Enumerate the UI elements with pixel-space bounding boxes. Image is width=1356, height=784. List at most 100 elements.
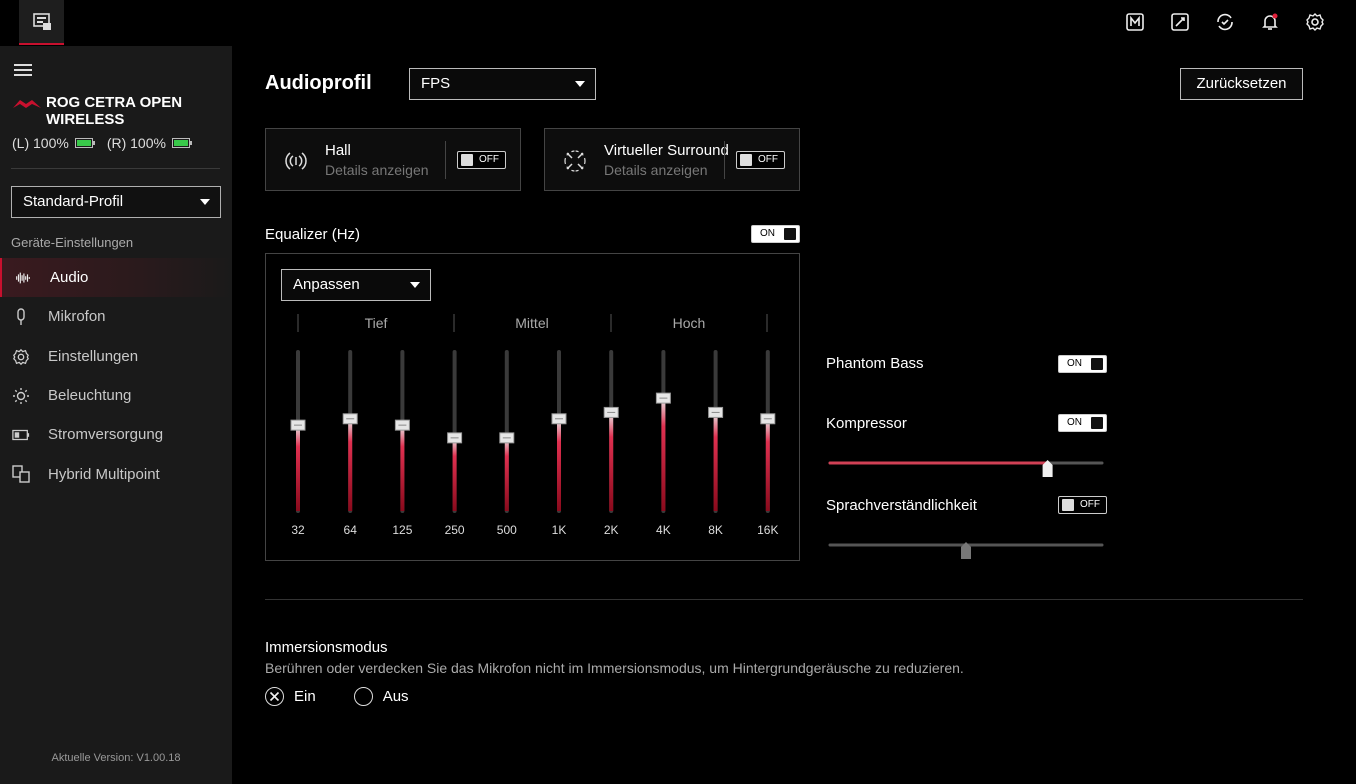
sidebar: ROG CETRA OPEN WIRELESS (L) 100% (R) 100… (0, 46, 232, 784)
eq-fill (609, 412, 614, 511)
sidebar-item-einstellungen[interactable]: Einstellungen (0, 337, 232, 376)
device-brand: ROG CETRA OPEN WIRELESS (12, 94, 182, 128)
chevron-down-icon (200, 199, 210, 205)
kompressor-slider[interactable] (828, 454, 1104, 480)
phantom-bass-label: Phantom Bass (826, 355, 924, 372)
sidebar-item-label: Stromversorgung (48, 426, 164, 444)
sidebar-item-beleuchtung[interactable]: Beleuchtung (0, 376, 232, 415)
eq-band-label-64: 64 (344, 523, 358, 537)
hall-toggle[interactable]: OFF (457, 151, 506, 169)
top-bar (0, 0, 1356, 46)
sidebar-item-label: Einstellungen (48, 347, 139, 365)
eq-fill (661, 398, 666, 511)
eq-fill (557, 418, 561, 511)
sidebar-item-label: Beleuchtung (48, 387, 132, 405)
equalizer-toggle[interactable]: ON (751, 225, 800, 243)
battery-icon (12, 426, 30, 444)
sprach-toggle[interactable]: OFF (1058, 496, 1107, 514)
sidebar-divider (11, 168, 220, 169)
eq-group-label-tief: Tief (365, 315, 388, 331)
eq-band-label-500: 500 (497, 523, 517, 537)
immersion-on-label: Ein (294, 688, 316, 705)
gear-icon (12, 348, 30, 366)
eq-fill (348, 418, 353, 511)
battery-status: (L) 100% (R) 100% (12, 135, 204, 151)
immersion-description: Berühren oder verdecken Sie das Mikrofon… (265, 660, 964, 676)
eq-fill (452, 437, 457, 511)
version-label: Aktuelle Version: V1.00.18 (51, 752, 181, 764)
rog-logo-icon (13, 100, 41, 108)
surround-icon (564, 150, 586, 172)
equalizer-sliders: Tief Mittel Hoch 32 64 125 250 500 1K 2K 4K 8K 16K (290, 314, 778, 537)
phantom-bass-toggle[interactable]: ON (1058, 355, 1107, 373)
section-divider (265, 599, 1303, 600)
immersion-off-label: Aus (382, 688, 409, 705)
radio-selected-icon[interactable] (265, 687, 284, 706)
sidebar-item-audio[interactable]: Audio (0, 258, 232, 298)
eq-group-label-hoch: Hoch (673, 315, 706, 331)
sidebar-item-label: Hybrid Multipoint (48, 465, 160, 483)
kompressor-label: Kompressor (826, 415, 907, 432)
eq-band-label-125: 125 (392, 523, 412, 537)
macro-icon[interactable] (1124, 11, 1146, 33)
eq-band-label-4K: 4K (656, 523, 671, 537)
device-name-line1: ROG CETRA OPEN (46, 94, 183, 111)
eq-group-label-mittel: Mittel (515, 315, 548, 331)
battery-left-label: (L) 100% (12, 135, 69, 151)
kompressor-toggle[interactable]: ON (1058, 414, 1107, 432)
eq-band-label-8K: 8K (708, 523, 723, 537)
virtual-surround-details-link[interactable]: Details anzeigen (604, 162, 708, 178)
sprach-label: Sprachverständlichkeit (826, 497, 977, 514)
hall-title: Hall (325, 142, 351, 159)
virtual-surround-toggle[interactable]: OFF (736, 151, 785, 169)
sync-icon[interactable] (1214, 11, 1236, 33)
main-panel: Audioprofil FPS Zurücksetzen Hall Detail… (232, 46, 1356, 784)
profile-select[interactable]: Standard-Profil (11, 186, 221, 218)
section-label: Geräte-Einstellungen (11, 235, 134, 250)
eq-fill (713, 412, 718, 511)
reset-button[interactable]: Zurücksetzen (1180, 68, 1303, 100)
eq-band-label-16K: 16K (757, 523, 778, 537)
sidebar-item-hybrid-multipoint[interactable]: Hybrid Multipoint (0, 454, 232, 493)
eq-band-label-32: 32 (291, 523, 305, 537)
menu-icon[interactable] (14, 64, 32, 79)
virtual-surround-card: Virtueller Surround Details anzeigen OFF (544, 128, 800, 191)
eq-band-label-2K: 2K (604, 523, 619, 537)
eq-fill (765, 418, 770, 511)
radio-unselected-icon[interactable] (353, 687, 373, 706)
eq-band-label-250: 250 (445, 523, 465, 537)
eq-fill (400, 425, 405, 511)
battery-right-icon (171, 138, 192, 148)
immersion-options: Ein Aus (265, 687, 447, 706)
sidebar-item-label: Mikrofon (48, 308, 106, 326)
immersion-on-option[interactable]: Ein (265, 687, 316, 706)
immersion-off-option[interactable]: Aus (353, 687, 409, 706)
equalizer-panel: Anpassen Tief Mittel Hoch 32 64 125 250 500 1K 2K… (265, 253, 800, 561)
audio-wave-icon (14, 269, 32, 287)
hall-card: Hall Details anzeigen OFF (265, 128, 521, 191)
settings-gear-icon[interactable] (1304, 11, 1326, 33)
sidebar-item-mikrofon[interactable]: Mikrofon (0, 297, 232, 336)
sidebar-item-stromversorgung[interactable]: Stromversorgung (0, 415, 232, 454)
lighting-icon (12, 387, 30, 405)
notification-bell-icon[interactable] (1259, 11, 1281, 33)
virtual-surround-title: Virtueller Surround (604, 142, 729, 159)
device-name-line2: WIRELESS (46, 111, 125, 128)
hall-details-link[interactable]: Details anzeigen (325, 162, 429, 178)
immersion-title: Immersionsmodus (265, 639, 388, 656)
audio-profile-select[interactable]: FPS (409, 68, 596, 100)
edit-icon[interactable] (1169, 11, 1191, 33)
battery-left-icon (74, 138, 95, 148)
device-tab[interactable] (19, 0, 64, 45)
chevron-down-icon (575, 81, 585, 87)
microphone-icon (12, 308, 30, 326)
eq-fill (296, 425, 300, 511)
battery-right-label: (R) 100% (106, 135, 166, 151)
multipoint-icon (12, 465, 30, 484)
page-title: Audioprofil (265, 72, 372, 94)
sidebar-nav: Audio Mikrofon Einstellungen Beleuchtung… (0, 258, 232, 494)
eq-band-label-1K: 1K (552, 523, 567, 537)
sprach-slider[interactable] (828, 536, 1104, 562)
eq-fill (504, 437, 509, 511)
reverb-icon (285, 152, 307, 170)
